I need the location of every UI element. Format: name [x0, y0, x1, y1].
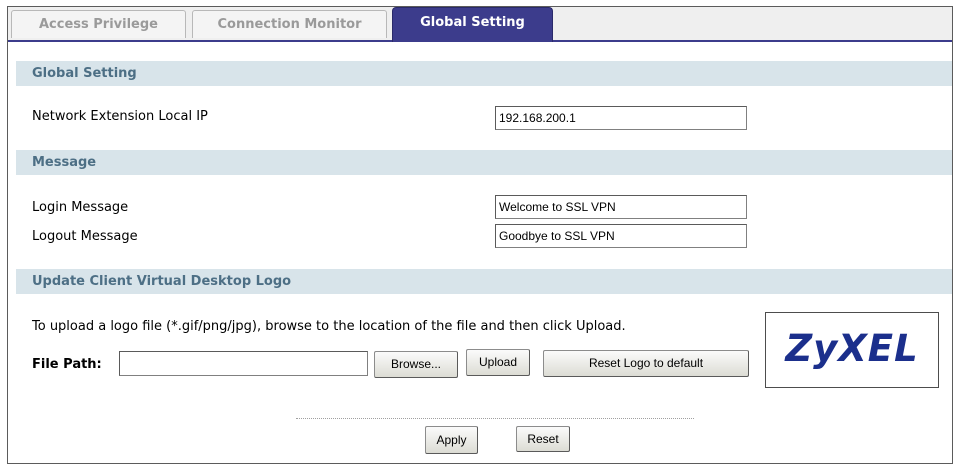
file-path-label: File Path: [32, 357, 102, 372]
section-header-global-setting: Global Setting [16, 61, 952, 86]
section-header-message: Message [16, 150, 952, 175]
section-title-global-setting: Global Setting [32, 66, 137, 81]
section-title-update-logo: Update Client Virtual Desktop Logo [32, 274, 292, 289]
divider [296, 418, 694, 419]
network-extension-local-ip-input[interactable] [495, 106, 747, 130]
reset-button[interactable]: Reset [516, 426, 570, 452]
apply-button[interactable]: Apply [425, 426, 478, 454]
upload-button[interactable]: Upload [466, 349, 530, 376]
logout-message-label: Logout Message [32, 229, 138, 244]
zyxel-logo: ZyXEL [785, 327, 919, 370]
tab-access-privilege[interactable]: Access Privilege [11, 10, 186, 38]
reset-logo-button[interactable]: Reset Logo to default [543, 350, 749, 377]
tab-bar: Access Privilege Connection Monitor Glob… [8, 7, 952, 42]
section-header-update-logo: Update Client Virtual Desktop Logo [16, 269, 952, 294]
logout-message-input[interactable] [495, 224, 747, 248]
network-extension-local-ip-label: Network Extension Local IP [32, 109, 208, 124]
section-title-message: Message [32, 155, 97, 170]
login-message-label: Login Message [32, 200, 129, 215]
logo-preview: ZyXEL [765, 312, 939, 388]
login-message-input[interactable] [495, 195, 747, 219]
file-path-input[interactable] [119, 351, 368, 376]
tab-global-setting[interactable]: Global Setting [392, 7, 553, 42]
settings-panel: Access Privilege Connection Monitor Glob… [7, 6, 953, 464]
tab-connection-monitor[interactable]: Connection Monitor [192, 10, 387, 38]
browse-button[interactable]: Browse... [374, 351, 458, 378]
logo-upload-instructions: To upload a logo file (*.gif/png/jpg), b… [32, 319, 626, 334]
